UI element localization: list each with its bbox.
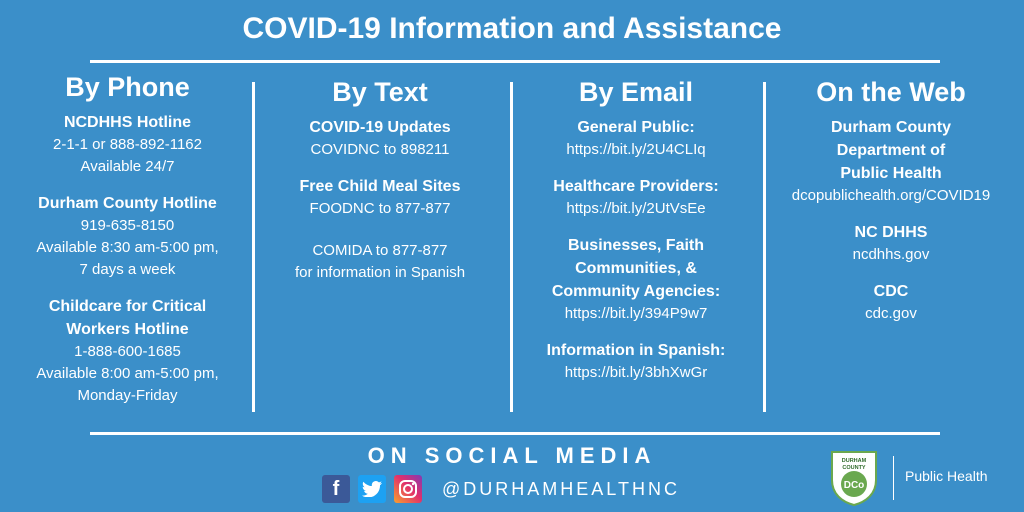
column-divider bbox=[510, 82, 513, 412]
web-link[interactable]: ncdhhs.gov bbox=[775, 244, 1007, 266]
svg-text:1881: 1881 bbox=[849, 496, 860, 501]
entry-line: COVIDNC to 898211 bbox=[310, 141, 450, 158]
column-divider bbox=[252, 82, 255, 412]
entry-line: 2-1-1 or 888-892-1162 bbox=[53, 136, 202, 153]
entry-heading: Durham County Hotline bbox=[38, 195, 217, 212]
contact-entry: NC DHHS ncdhhs.gov bbox=[775, 221, 1007, 266]
entry-heading: General Public: bbox=[577, 119, 695, 136]
social-media-row: f @DURHAMHEALTHNC bbox=[322, 474, 680, 504]
contact-entry: Free Child Meal Sites FOODNC to 877-877 bbox=[270, 175, 490, 220]
entry-line: COMIDA to 877-877 bbox=[312, 242, 448, 259]
entry-heading: COVID-19 Updates bbox=[309, 119, 451, 136]
contact-entry: Durham County Department of Public Healt… bbox=[775, 116, 1007, 207]
entry-line: FOODNC to 877-877 bbox=[309, 200, 451, 217]
svg-text:DCo: DCo bbox=[844, 480, 865, 491]
entry-heading: Information in Spanish: bbox=[546, 342, 726, 359]
entry-line: Available 8:00 am-5:00 pm, bbox=[36, 365, 219, 382]
entry-heading: NC DHHS bbox=[854, 224, 928, 241]
entry-heading: Community Agencies: bbox=[551, 283, 721, 300]
durham-county-seal-logo: DURHAM COUNTY DCo 1881 bbox=[828, 450, 880, 507]
entry-heading: Workers Hotline bbox=[66, 321, 189, 338]
email-link[interactable]: https://bit.ly/3bhXwGr bbox=[526, 362, 746, 384]
entry-line: 1-888-600-1685 bbox=[74, 343, 181, 360]
web-link[interactable]: dcopublichealth.org/COVID19 bbox=[775, 185, 1007, 207]
page-title: COVID-19 Information and Assistance bbox=[242, 12, 782, 45]
facebook-icon[interactable]: f bbox=[322, 475, 350, 503]
contact-entry: Healthcare Providers: https://bit.ly/2Ut… bbox=[526, 175, 746, 220]
column-by-email: By Email General Public: https://bit.ly/… bbox=[526, 77, 746, 398]
entry-heading: Childcare for Critical bbox=[48, 298, 207, 315]
svg-text:COUNTY: COUNTY bbox=[842, 465, 866, 471]
entry-heading: CDC bbox=[873, 283, 909, 300]
contact-entry: Businesses, Faith Communities, & Communi… bbox=[526, 234, 746, 325]
email-link[interactable]: https://bit.ly/2U4CLIq bbox=[526, 139, 746, 161]
email-link[interactable]: https://bit.ly/2UtVsEe bbox=[526, 198, 746, 220]
contact-entry: COVID-19 Updates COVIDNC to 898211 bbox=[270, 116, 490, 161]
entry-line: for information in Spanish bbox=[294, 264, 466, 281]
contact-entry: Information in Spanish: https://bit.ly/3… bbox=[526, 339, 746, 384]
contact-entry: NCDHHS Hotline 2-1-1 or 888-892-1162 Ava… bbox=[20, 111, 235, 178]
entry-line: Available 24/7 bbox=[80, 158, 175, 175]
public-health-label: Public Health bbox=[905, 468, 988, 484]
entry-heading: Communities, & bbox=[575, 260, 697, 277]
contact-entry: General Public: https://bit.ly/2U4CLIq bbox=[526, 116, 746, 161]
entry-heading: NCDHHS Hotline bbox=[63, 114, 192, 131]
instagram-icon[interactable] bbox=[394, 475, 422, 503]
entry-line: Available 8:30 am-5:00 pm, bbox=[36, 239, 219, 256]
entry-heading: Businesses, Faith bbox=[567, 237, 705, 254]
bottom-divider bbox=[90, 432, 940, 435]
column-heading: On the Web bbox=[816, 77, 966, 107]
column-by-phone: By Phone NCDHHS Hotline 2-1-1 or 888-892… bbox=[20, 72, 235, 421]
entry-heading: Free Child Meal Sites bbox=[299, 178, 461, 195]
column-by-text: By Text COVID-19 Updates COVIDNC to 8982… bbox=[270, 77, 490, 298]
column-divider bbox=[763, 82, 766, 412]
contact-entry: Childcare for Critical Workers Hotline 1… bbox=[20, 295, 235, 407]
column-heading: By Phone bbox=[65, 72, 190, 102]
column-heading: By Email bbox=[578, 77, 694, 107]
top-divider bbox=[90, 60, 940, 63]
web-link[interactable]: cdc.gov bbox=[775, 303, 1007, 325]
contact-entry: Durham County Hotline 919-635-8150 Avail… bbox=[20, 192, 235, 281]
entry-heading: Public Health bbox=[840, 165, 942, 182]
email-link[interactable]: https://bit.ly/394P9w7 bbox=[526, 303, 746, 325]
contact-entry: COMIDA to 877-877 for information in Spa… bbox=[270, 240, 490, 284]
logo-divider bbox=[893, 456, 894, 500]
column-on-the-web: On the Web Durham County Department of P… bbox=[775, 77, 1007, 339]
social-handle[interactable]: @DURHAMHEALTHNC bbox=[442, 479, 680, 500]
entry-heading: Healthcare Providers: bbox=[553, 178, 719, 195]
entry-heading: Department of bbox=[836, 142, 946, 159]
entry-line: 7 days a week bbox=[79, 261, 176, 278]
entry-line: 919-635-8150 bbox=[80, 217, 175, 234]
column-heading: By Text bbox=[332, 77, 428, 107]
entry-line: Monday-Friday bbox=[77, 387, 178, 404]
contact-entry: CDC cdc.gov bbox=[775, 280, 1007, 325]
twitter-icon[interactable] bbox=[358, 475, 386, 503]
entry-heading: Durham County bbox=[831, 119, 951, 136]
svg-text:DURHAM: DURHAM bbox=[842, 458, 867, 464]
